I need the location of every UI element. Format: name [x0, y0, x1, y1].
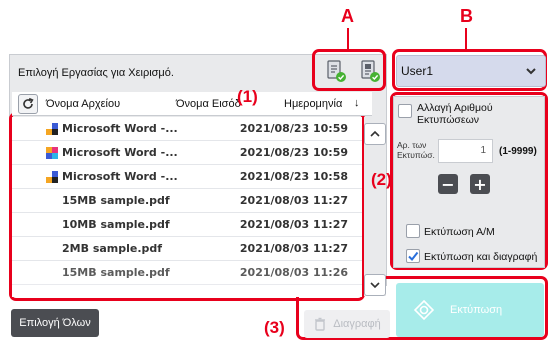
scroll-up-button[interactable]: [364, 123, 386, 145]
annotation-1: (1): [237, 87, 258, 106]
file-list-scrollbar[interactable]: [364, 117, 386, 296]
column-date[interactable]: Ημερομηνία: [284, 98, 342, 110]
scroll-down-button[interactable]: [364, 274, 386, 296]
copies-label: Αρ. των Εκτυπώσ.: [397, 140, 435, 160]
document-list-alt-icon: [361, 60, 380, 82]
file-name: 10MB sample.pdf: [62, 218, 170, 231]
chevron-down-icon: [370, 282, 380, 289]
start-print-icon: [414, 300, 434, 320]
decrease-copies-button[interactable]: −: [438, 174, 458, 194]
file-name: 2MB sample.pdf: [62, 242, 163, 255]
checkmark-icon: [408, 251, 419, 262]
file-row[interactable]: Microsoft Word -... 2021/08/23 10:59: [12, 141, 362, 165]
chevron-up-icon: [370, 130, 380, 137]
print-bw-label: Εκτύπωση Α/Μ: [424, 226, 495, 238]
copies-input[interactable]: 1: [438, 139, 493, 163]
delete-button[interactable]: Διαγραφή: [304, 310, 390, 338]
annotation-b: B: [460, 6, 473, 26]
annotation-b-pointer: [465, 28, 467, 50]
word-color-icon: [46, 123, 58, 135]
copies-range: (1-9999): [499, 146, 537, 157]
file-date: 2021/08/03 11:27: [239, 242, 348, 255]
word-color-icon: [46, 171, 58, 183]
user-select-value: User1: [401, 64, 434, 78]
file-row[interactable]: 10MB sample.pdf 2021/08/03 11:27: [12, 213, 362, 237]
refresh-button[interactable]: [18, 94, 38, 114]
increase-copies-button[interactable]: +: [470, 174, 490, 194]
print-bw-checkbox[interactable]: [406, 224, 420, 238]
job-list-alt-view-button[interactable]: [356, 57, 384, 85]
file-date: 2021/08/23 10:58: [239, 170, 348, 183]
column-file-name[interactable]: Όνομα Αρχείου: [46, 98, 120, 110]
file-row[interactable]: 15MB sample.pdf 2021/08/03 11:27: [12, 189, 362, 213]
trash-icon: [315, 317, 326, 331]
file-name: 15MB sample.pdf: [62, 266, 170, 279]
file-date: 2021/08/23 10:59: [239, 146, 348, 159]
annotation-a: A: [341, 6, 354, 26]
file-date: 2021/08/23 10:59: [239, 122, 348, 135]
print-button-label: Εκτύπωση: [450, 304, 503, 316]
file-name: 15MB sample.pdf: [62, 194, 170, 207]
file-name: Microsoft Word -...: [62, 146, 178, 159]
print-button[interactable]: Εκτύπωση: [396, 283, 544, 337]
column-user-name[interactable]: Όνομα Εισόδ: [176, 98, 241, 110]
user-select[interactable]: User1: [396, 55, 546, 87]
annotation-2: (2): [371, 170, 392, 189]
file-name: Microsoft Word -...: [62, 170, 178, 183]
file-list[interactable]: Microsoft Word -... 2021/08/23 10:59 Mic…: [12, 117, 362, 297]
print-and-delete-label: Εκτύπωση και διαγραφή: [424, 251, 538, 263]
word-color-icon: [46, 147, 58, 159]
file-row[interactable]: 15MB sample.pdf 2021/08/03 11:26: [12, 261, 362, 285]
file-list-header: Όνομα Αρχείου Όνομα Εισόδ Ημερομηνία ↓: [12, 92, 372, 116]
annotation-3: (3): [264, 318, 285, 337]
job-list-view-button[interactable]: [322, 57, 350, 85]
file-row[interactable]: Microsoft Word -... 2021/08/23 10:59: [12, 117, 362, 141]
change-copies-checkbox[interactable]: [398, 104, 412, 118]
file-date: 2021/08/03 11:27: [239, 218, 348, 231]
job-select-title: Επιλογή Εργασίας για Χειρισμό.: [18, 67, 174, 79]
file-row[interactable]: Microsoft Word -... 2021/08/23 10:58: [12, 165, 362, 189]
sort-arrow-icon: ↓: [354, 97, 360, 109]
chevron-down-icon: [526, 68, 536, 75]
annotation-a-pointer: [347, 28, 349, 50]
refresh-icon: [23, 97, 34, 109]
select-all-button[interactable]: Επιλογή Όλων: [11, 309, 99, 337]
file-date: 2021/08/03 11:26: [239, 266, 348, 279]
document-list-icon: [327, 60, 346, 82]
print-and-delete-checkbox[interactable]: [406, 249, 420, 263]
file-name: Microsoft Word -...: [62, 122, 178, 135]
file-date: 2021/08/03 11:27: [239, 194, 348, 207]
delete-button-label: Διαγραφή: [333, 318, 381, 330]
file-row[interactable]: 2MB sample.pdf 2021/08/03 11:27: [12, 237, 362, 261]
change-copies-label: Αλλαγή Αριθμού Εκτυπώσεων: [417, 102, 493, 126]
